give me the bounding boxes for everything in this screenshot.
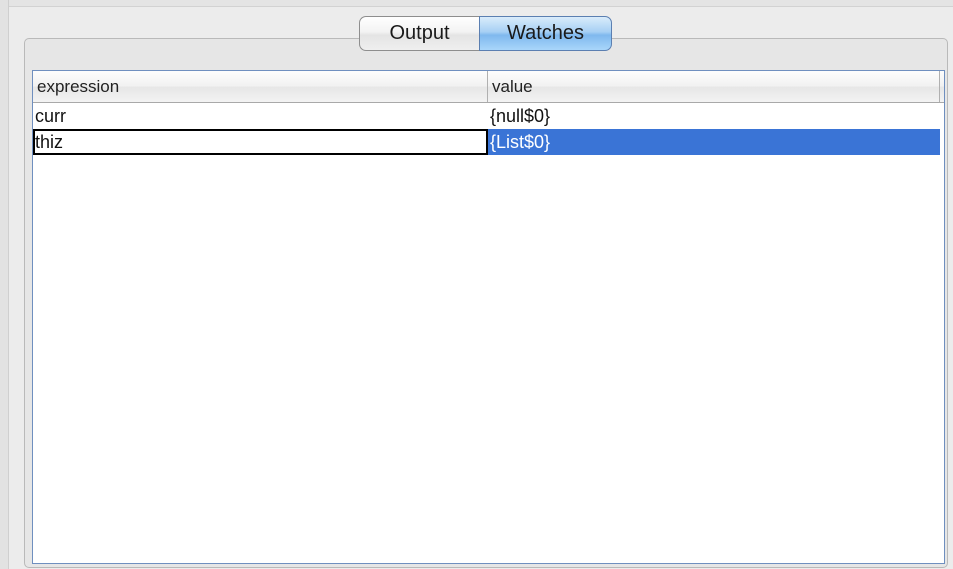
column-header-value[interactable]: value [488, 71, 940, 102]
column-header-expression[interactable]: expression [33, 71, 488, 102]
value-cell[interactable]: {List$0} [488, 129, 940, 155]
left-border [0, 0, 9, 569]
tab-output-label: Output [389, 22, 450, 44]
table-header: expression value [33, 71, 944, 103]
table-body: curr {null$0} thiz {List$0} [33, 103, 944, 155]
table-row-selected[interactable]: thiz {List$0} [33, 129, 944, 155]
tab-watches[interactable]: Watches [479, 16, 612, 51]
expression-cell-editing[interactable]: thiz [33, 129, 488, 155]
value-cell[interactable]: {null$0} [488, 103, 940, 129]
tab-bar: Output Watches [359, 16, 612, 51]
tab-output[interactable]: Output [359, 16, 479, 51]
tab-watches-label: Watches [506, 22, 585, 44]
watches-table[interactable]: expression value curr {null$0} thiz {Lis… [32, 70, 945, 564]
table-row[interactable]: curr {null$0} [33, 103, 944, 129]
expression-cell[interactable]: curr [33, 103, 488, 129]
watches-panel: Output Watches expression value curr {nu… [0, 0, 953, 569]
top-border [0, 0, 953, 7]
